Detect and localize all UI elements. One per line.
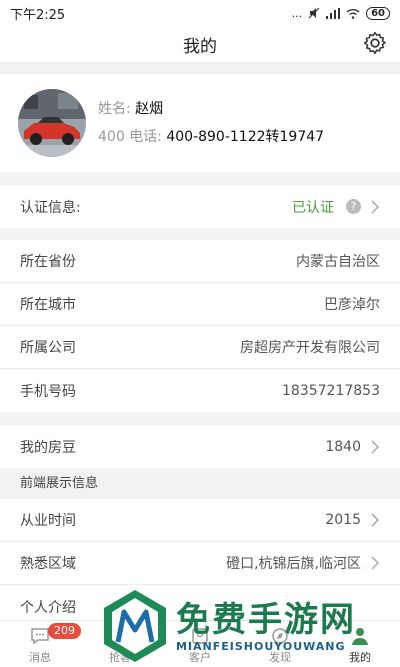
avatar[interactable] — [18, 89, 86, 157]
name-label: 姓名: — [98, 101, 131, 117]
phone-value: 400-890-1122转19747 — [166, 129, 325, 145]
verification-label: 认证信息: — [20, 199, 81, 216]
area-row[interactable]: 熟悉区域 磴口,杭锦后旗,临河区 — [0, 542, 400, 585]
watermark: 免费手游网 MIANFEISHOUYOUWANG — [100, 586, 400, 666]
province-row: 所在省份 内蒙古自治区 — [0, 240, 400, 283]
experience-row[interactable]: 从业时间 2015 — [0, 499, 400, 542]
phone-row: 手机号码 18357217853 — [0, 369, 400, 412]
watermark-subtitle: MIANFEISHOUYOUWANG — [176, 639, 346, 653]
beans-row[interactable]: 我的房豆 1840 — [0, 425, 400, 468]
company-label: 所属公司 — [20, 340, 76, 356]
company-value: 房超房产开发有限公司 — [240, 340, 380, 356]
city-row: 所在城市 巴彦淖尔 — [0, 283, 400, 326]
gear-icon[interactable] — [362, 30, 388, 56]
intro-label: 个人介绍 — [20, 599, 76, 616]
name-line: 姓名: 赵烟 — [98, 95, 324, 123]
experience-value: 2015 — [325, 512, 361, 528]
chevron-right-icon — [371, 556, 380, 570]
chevron-right-icon — [371, 199, 380, 214]
area-label: 熟悉区域 — [20, 556, 76, 572]
help-icon[interactable]: ? — [346, 199, 361, 214]
province-value: 内蒙古自治区 — [296, 254, 380, 270]
city-value: 巴彦淖尔 — [324, 297, 380, 313]
mobile-value: 18357217853 — [282, 382, 380, 399]
province-label: 所在省份 — [20, 254, 76, 270]
mute-icon — [308, 7, 320, 19]
status-time: 下午2:25 — [10, 7, 66, 23]
tab-messages[interactable]: 209 消息 — [0, 621, 81, 667]
battery-indicator: 60 — [366, 6, 390, 20]
experience-label: 从业时间 — [20, 513, 76, 529]
watermark-title: 免费手游网 — [176, 599, 356, 640]
details-section: 所在省份 内蒙古自治区 所在城市 巴彦淖尔 所属公司 房超房产开发有限公司 手机… — [0, 240, 400, 412]
signal-dots: ... — [291, 6, 303, 20]
watermark-logo-icon — [104, 590, 166, 662]
verification-status-group: 已认证 ? — [292, 197, 380, 217]
beans-value: 1840 — [325, 438, 361, 455]
avatar-car-image — [18, 89, 86, 157]
message-badge: 209 — [48, 623, 81, 639]
watermark-text: 免费手游网 MIANFEISHOUYOUWANG — [176, 600, 356, 653]
company-row: 所属公司 房超房产开发有限公司 — [0, 326, 400, 369]
verification-row[interactable]: 认证信息: 已认证 ? — [0, 185, 400, 228]
chevron-right-icon — [371, 439, 380, 454]
profile-card[interactable]: 姓名: 赵烟 400 电话: 400-890-1122转19747 — [0, 74, 400, 172]
beans-value-group: 1840 — [325, 439, 380, 455]
mobile-label: 手机号码 — [20, 383, 76, 400]
name-value: 赵烟 — [135, 101, 164, 117]
area-value-group: 磴口,杭锦后旗,临河区 — [226, 553, 380, 573]
page-title: 我的 — [183, 36, 217, 57]
tab-label: 消息 — [29, 651, 51, 664]
frontend-section-header: 前端展示信息 — [0, 469, 400, 499]
area-value: 磴口,杭锦后旗,临河区 — [226, 556, 361, 572]
beans-section: 我的房豆 1840 — [0, 425, 400, 468]
chevron-right-icon — [371, 513, 380, 527]
top-header: 我的 — [0, 26, 400, 62]
wifi-icon — [346, 8, 360, 19]
profile-info: 姓名: 赵烟 400 电话: 400-890-1122转19747 — [98, 95, 324, 151]
city-label: 所在城市 — [20, 297, 76, 313]
phone-line: 400 电话: 400-890-1122转19747 — [98, 123, 324, 151]
phone-label: 400 电话: — [98, 129, 162, 145]
cell-signal-icon — [326, 7, 341, 19]
verification-section: 认证信息: 已认证 ? — [0, 185, 400, 228]
beans-label: 我的房豆 — [20, 439, 76, 456]
experience-value-group: 2015 — [325, 512, 380, 528]
status-icons: ... 60 — [291, 6, 390, 20]
status-bar: 下午2:25 ... 60 — [0, 0, 400, 26]
verification-status: 已认证 — [292, 199, 334, 216]
